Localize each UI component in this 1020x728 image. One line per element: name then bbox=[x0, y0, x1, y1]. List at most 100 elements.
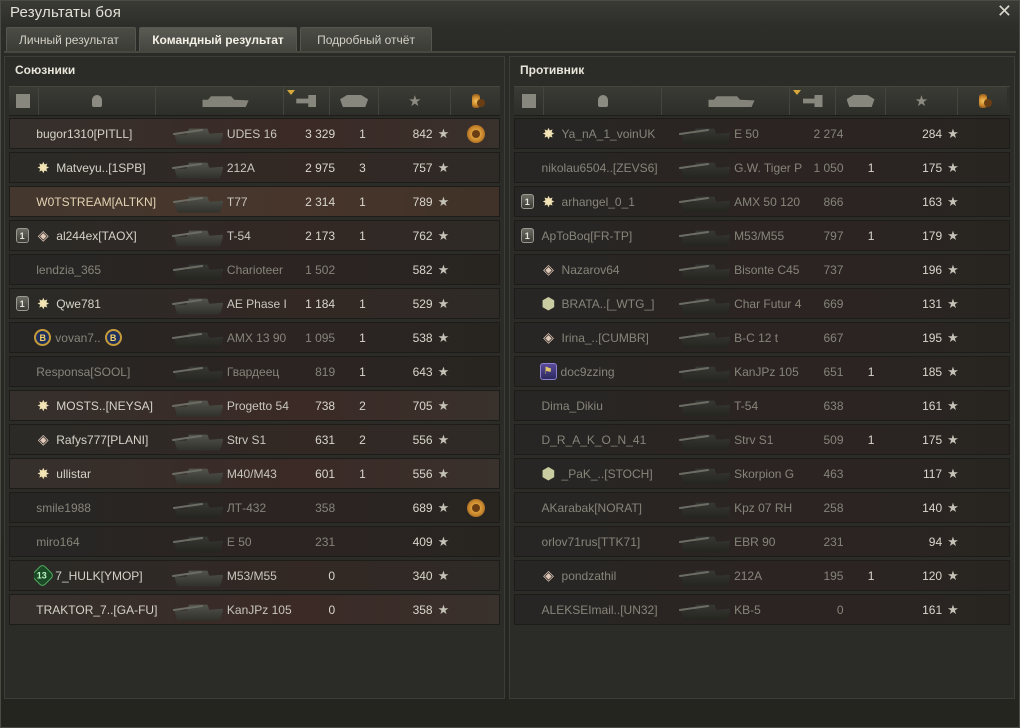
medal-cell bbox=[963, 357, 1009, 386]
enemies-player-row[interactable]: D_R_A_K_O_N_41 Strv S1 509 1 175 ★ bbox=[514, 424, 1010, 455]
purple-badge-icon: ⚑ bbox=[539, 363, 557, 380]
xp-cell: 131 ★ bbox=[895, 289, 963, 318]
enemies-player-row[interactable]: nikolau6504..[ZEVS6] G.W. Tiger P 1 050 … bbox=[514, 152, 1010, 183]
player-name-cell: miro164 bbox=[34, 527, 172, 556]
enemies-player-row[interactable]: ⬢ BRATA..[_WTG_] Char Futur 4 669 131 ★ bbox=[514, 288, 1010, 319]
enemies-player-row[interactable]: ◈ Irina_..[CUMBR] B-C 12 t 667 195 ★ bbox=[514, 322, 1010, 353]
sort-medal-header[interactable] bbox=[958, 87, 1007, 115]
tank-image-cell bbox=[679, 459, 730, 488]
enemies-player-row[interactable]: ◈ pondzathil 212A 195 1 120 ★ bbox=[514, 560, 1010, 591]
platoon-cell bbox=[515, 561, 540, 590]
sort-tank-header[interactable] bbox=[156, 87, 284, 115]
medal-cell bbox=[963, 391, 1009, 420]
player-name: lendzia_365 bbox=[36, 262, 101, 277]
medal-cell bbox=[963, 153, 1009, 182]
enemies-player-row[interactable]: 1 ✸ arhangel_0_1 AMX 50 120 866 163 ★ bbox=[514, 186, 1010, 217]
allies-player-row[interactable]: 13 7_HULK[YMOP] M53/M55 0 340 ★ bbox=[9, 560, 500, 591]
allies-player-row[interactable]: ✸ ullistar M40/M43 601 1 556 ★ bbox=[9, 458, 500, 489]
allies-player-row[interactable]: bugor1310[PITLL] UDES 16 3 329 1 842 ★ bbox=[9, 118, 500, 149]
tank-name: Skorpion G bbox=[734, 466, 795, 481]
player-icon bbox=[92, 95, 103, 107]
sort-player-header[interactable] bbox=[38, 87, 157, 115]
enemies-player-row[interactable]: Dima_Dikiu T-54 638 161 ★ bbox=[514, 390, 1010, 421]
player-name-cell: nikolau6504..[ZEVS6] bbox=[540, 153, 680, 182]
enemies-player-row[interactable]: ALEKSEImail..[UN32] KB-5 0 161 ★ bbox=[514, 594, 1010, 625]
medal-icon[interactable] bbox=[467, 124, 486, 143]
platoon-cell bbox=[10, 153, 34, 182]
platoon-number-icon: 1 bbox=[15, 296, 29, 311]
allies-player-row[interactable]: 1 ◈ al244ex[TAOX] T-54 2 173 1 762 ★ bbox=[9, 220, 500, 251]
kills-value bbox=[339, 561, 386, 590]
xp-value: 705 bbox=[412, 398, 433, 413]
sort-platoon-header[interactable] bbox=[9, 87, 39, 115]
enemies-player-row[interactable]: ✸ Ya_nA_1_voinUK E 50 2 274 284 ★ bbox=[514, 118, 1010, 149]
tab-team-result[interactable]: Командный результат bbox=[139, 27, 297, 52]
enemies-player-row[interactable]: ◈ Nazarov64 Bisonte C45 737 196 ★ bbox=[514, 254, 1010, 285]
tank-silhouette-icon bbox=[173, 121, 223, 147]
player-name-cell: AKarabak[NORAT] bbox=[540, 493, 680, 522]
allies-player-row[interactable]: miro164 E 50 231 409 ★ bbox=[9, 526, 500, 557]
sort-medal-header[interactable] bbox=[451, 87, 500, 115]
tab-personal-result[interactable]: Личный результат bbox=[6, 27, 136, 52]
enemies-player-row[interactable]: ⬢ _PaK_..[STOCH] Skorpion G 463 117 ★ bbox=[514, 458, 1010, 489]
xp-star-icon: ★ bbox=[408, 93, 422, 110]
medal-cell bbox=[453, 391, 499, 420]
platoon-number-icon: 1 bbox=[15, 228, 29, 243]
enemies-player-row[interactable]: orlov71rus[TTK71] EBR 90 231 94 ★ bbox=[514, 526, 1010, 557]
xp-value: 582 bbox=[412, 262, 433, 277]
tank-silhouette-icon bbox=[679, 291, 730, 317]
allies-player-row[interactable]: TRAKTOR_7..[GA-FU] KanJPz 105 0 358 ★ bbox=[9, 594, 500, 625]
sort-xp-header[interactable]: ★ bbox=[379, 87, 452, 115]
enemies-player-row[interactable]: ⚑ doc9zzing KanJPz 105 651 1 185 ★ bbox=[514, 356, 1010, 387]
xp-value: 842 bbox=[412, 126, 433, 141]
tank-name: G.W. Tiger P bbox=[734, 160, 803, 175]
sort-kills-header[interactable] bbox=[836, 87, 886, 115]
allies-player-row[interactable]: Responsa[SOOL] Гвардеец 819 1 643 ★ bbox=[9, 356, 500, 387]
damage-value: 231 bbox=[823, 534, 844, 549]
rhomb-rank-icon: ◈ bbox=[37, 227, 49, 243]
enemies-player-row[interactable]: 1 ApToBoq[FR-TP] M53/M55 797 1 179 ★ bbox=[514, 220, 1010, 251]
allies-player-row[interactable]: ✸ Matveyu..[1SPB] 212A 2 975 3 757 ★ bbox=[9, 152, 500, 183]
platoon-cell bbox=[515, 357, 540, 386]
damage-value: 631 bbox=[315, 432, 336, 447]
sort-xp-header[interactable]: ★ bbox=[886, 87, 958, 115]
player-name-cell: Responsa[SOOL] bbox=[34, 357, 172, 386]
allies-player-row[interactable]: W0TSTREAM[ALTKN] T77 2 314 1 789 ★ bbox=[9, 186, 500, 217]
sort-kills-header[interactable] bbox=[329, 87, 380, 115]
allies-player-row[interactable]: Bvovan7.. B AMX 13 90 1 095 1 538 ★ bbox=[9, 322, 500, 353]
platoon-icon bbox=[521, 94, 536, 108]
xp-cell: 161 ★ bbox=[895, 391, 963, 420]
tab-detailed-report[interactable]: Подробный отчёт bbox=[300, 27, 432, 52]
xp-value: 789 bbox=[412, 194, 433, 209]
enemies-rows: ✸ Ya_nA_1_voinUK E 50 2 274 284 ★ nikolau… bbox=[514, 118, 1010, 628]
enemies-player-row[interactable]: AKarabak[NORAT] Kpz 07 RH 258 140 ★ bbox=[514, 492, 1010, 523]
kills-value bbox=[339, 595, 386, 624]
allies-player-row[interactable]: 1 ✸ Qwe781 AE Phase I 1 184 1 529 ★ bbox=[9, 288, 500, 319]
sort-tank-header[interactable] bbox=[662, 87, 790, 115]
damage-value: 463 bbox=[823, 466, 844, 481]
xp-value: 131 bbox=[922, 296, 943, 311]
sort-damage-header[interactable] bbox=[790, 87, 836, 115]
allies-player-row[interactable]: lendzia_365 Charioteer 1 502 582 ★ bbox=[9, 254, 500, 285]
xp-value: 757 bbox=[412, 160, 433, 175]
sort-damage-header[interactable] bbox=[283, 87, 330, 115]
sort-player-header[interactable] bbox=[544, 87, 662, 115]
player-name-cell: D_R_A_K_O_N_41 bbox=[540, 425, 680, 454]
tank-silhouette-icon bbox=[173, 359, 223, 385]
damage-value: 0 bbox=[836, 602, 844, 617]
b-badge-icon: B bbox=[104, 329, 122, 346]
tank-name: M53/M55 bbox=[226, 568, 277, 583]
player-name-cell: ApToBoq[FR-TP] bbox=[540, 221, 680, 250]
tank-silhouette-icon bbox=[173, 189, 223, 215]
close-icon[interactable]: ✕ bbox=[997, 1, 1012, 22]
kills-value: 1 bbox=[867, 160, 875, 175]
star-icon: ★ bbox=[437, 193, 450, 209]
kills-value bbox=[847, 255, 894, 284]
allies-player-row[interactable]: ◈ Rafys777[PLANI] Strv S1 631 2 556 ★ bbox=[9, 424, 500, 455]
allies-player-row[interactable]: ✸ MOSTS..[NEYSA] Progetto 54 738 2 705 ★ bbox=[9, 390, 500, 421]
tank-image-cell bbox=[173, 357, 223, 386]
medal-icon[interactable] bbox=[467, 498, 486, 517]
sort-platoon-header[interactable] bbox=[514, 87, 544, 115]
damage-value: 258 bbox=[823, 500, 844, 515]
allies-player-row[interactable]: smile1988 ЛТ-432 358 689 ★ bbox=[9, 492, 500, 523]
